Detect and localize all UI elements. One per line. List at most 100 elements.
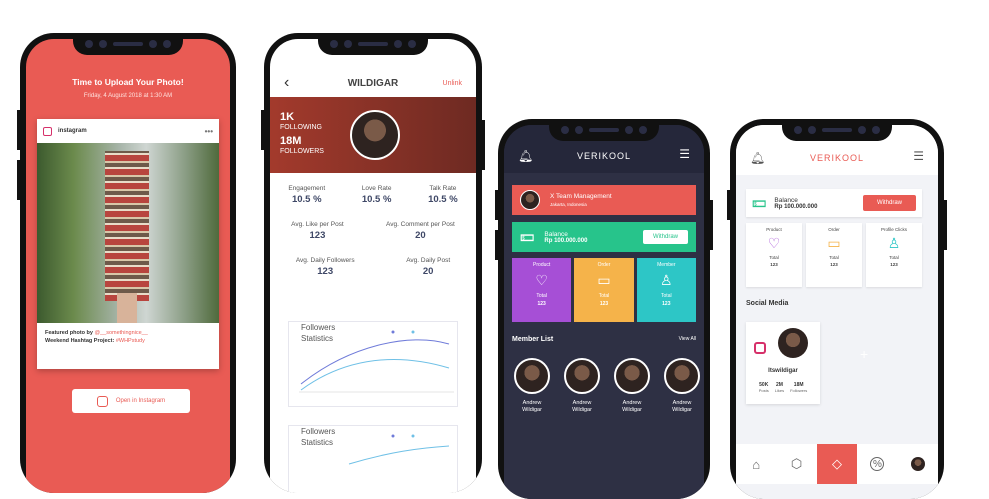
member-first-name: Andrew: [572, 400, 592, 406]
balance-value: Rp 100.000.000: [774, 203, 818, 210]
phone-screen: ‹ WILDIGAR Unlink 1K FOLLOWING 18M FOLLO…: [270, 39, 476, 493]
heart-icon: ♡: [767, 235, 781, 251]
following-count: 1K: [280, 111, 295, 123]
card-label: Order: [828, 227, 840, 232]
post-caption: Featured photo by @__somethingnice__ Wee…: [37, 323, 219, 351]
phone-notch: [318, 33, 428, 55]
card-product[interactable]: Product ♡ Total 123: [746, 223, 802, 287]
tab-products[interactable]: ⬡: [776, 444, 816, 484]
card-order[interactable]: Order ▭ Total 123: [806, 223, 862, 287]
member-item[interactable]: Andrew Wildigar: [662, 358, 702, 414]
balance-card: 💵︎ Balance Rp 100.000.000 Withdraw: [746, 189, 922, 217]
caption-user-link[interactable]: @__somethingnice__: [95, 330, 148, 336]
member-first-name: Andrew: [672, 400, 692, 406]
legend-dot: [391, 330, 395, 334]
team-avatar: [520, 190, 540, 210]
card-label: Profile Clicks: [880, 227, 907, 232]
caption-hashtag-link[interactable]: #WHPstudy: [116, 338, 145, 344]
instagram-icon: [754, 342, 766, 354]
side-button: [710, 200, 713, 250]
tab-home[interactable]: ⌂: [736, 444, 776, 484]
caption-project-label: Weekend Hashtag Project:: [45, 338, 116, 344]
tile-label: Member: [657, 262, 676, 268]
phone-notch: [73, 33, 183, 55]
member-item[interactable]: Andrew Wildigar: [562, 358, 602, 414]
followers-label: FOLLOWERS: [280, 148, 324, 155]
open-in-instagram-button[interactable]: Open in Instagram: [72, 389, 190, 413]
social-media-title: Social Media: [746, 300, 789, 307]
phone-dark-dashboard: 🔔︎ VERIKOOL ☰ X Team Management Jakarta,…: [498, 119, 710, 499]
member-item[interactable]: Andrew Wildigar: [512, 358, 552, 414]
stat-label: Talk Rate: [429, 185, 457, 192]
side-button: [482, 120, 485, 170]
tab-tags[interactable]: ◇: [816, 444, 858, 484]
profile-avatar: [350, 110, 400, 160]
balance-info: Balance Rp 100.000.000: [774, 197, 817, 210]
more-options-icon[interactable]: •••: [205, 127, 213, 136]
post-header: instagram •••: [37, 119, 219, 143]
card-total-label: Total: [769, 255, 779, 260]
tile-total-label: Total: [661, 293, 672, 299]
phone-profile-stats: ‹ WILDIGAR Unlink 1K FOLLOWING 18M FOLLO…: [264, 33, 482, 493]
user-icon: ♙: [887, 235, 901, 251]
stat-label: Avg. Comment per Post: [385, 221, 455, 228]
post-account: instagram: [58, 128, 87, 134]
balance-value: Rp 100.000.000: [544, 237, 588, 244]
card-profile-clicks[interactable]: Profile Clicks ♙ Total 123: [866, 223, 922, 287]
stat-avg-daily-post: Avg. Daily Post 20: [406, 257, 450, 277]
card-total-label: Total: [829, 255, 839, 260]
home-icon: ⌂: [752, 456, 761, 472]
add-social-icon[interactable]: +: [860, 346, 868, 362]
stat-value: 20: [422, 266, 434, 277]
member-item[interactable]: Andrew Wildigar: [612, 358, 652, 414]
side-button: [261, 110, 264, 150]
tile-product[interactable]: Product ♡ Total 123: [512, 258, 572, 322]
member-avatar: [514, 358, 550, 394]
profile-stats: 50K Posts 2M Likes 18M Followers: [746, 382, 820, 393]
tile-member[interactable]: Member ♙ Total 123: [636, 258, 696, 322]
money-icon: 💵︎: [752, 194, 767, 211]
post-photo: [37, 143, 219, 323]
legend-dot: [391, 434, 395, 438]
profile-avatar: [778, 328, 808, 358]
withdraw-button[interactable]: Withdraw: [642, 230, 688, 244]
upload-reminder-title: Time to Upload Your Photo!: [72, 77, 184, 87]
instagram-icon: [96, 395, 108, 407]
legend-dot: [411, 434, 415, 438]
stat-label: Avg. Daily Post: [406, 257, 451, 264]
team-name: X Team Management: [550, 193, 612, 200]
balance-info: Balance Rp 100.000.000: [544, 231, 587, 244]
tab-discount[interactable]: %: [857, 444, 897, 484]
chat-icon: ▭: [597, 272, 611, 288]
tag-icon: ◇: [832, 456, 843, 471]
view-all-link[interactable]: View All: [679, 336, 696, 343]
card-label: Product: [766, 227, 782, 232]
stats-row: Engagement 10.5 % Love Rate 10.5 % Talk Ra…: [270, 185, 476, 205]
menu-icon[interactable]: ☰: [679, 147, 690, 161]
stat-avg-like: Avg. Like per Post 123: [291, 221, 344, 241]
chart-title-line: Statistics: [301, 438, 334, 447]
stat-engagement: Engagement 10.5 %: [288, 185, 325, 205]
card-total: 123: [770, 262, 778, 267]
book-stack-image: [105, 151, 149, 301]
stat-avg-daily-followers: Avg. Daily Followers 123: [296, 257, 355, 277]
tile-label: Order: [597, 262, 611, 268]
instagram-post-card[interactable]: instagram ••• Featured photo by @__somet…: [37, 119, 219, 369]
withdraw-button[interactable]: Withdraw: [862, 195, 916, 211]
phone-notch: [782, 119, 892, 141]
member-first-name: Andrew: [522, 400, 542, 406]
member-first-name: Andrew: [622, 400, 642, 406]
phone-light-dashboard: 🔔︎ VERIKOOL ☰ 💵︎ Balance Rp 100.000.000 …: [730, 119, 944, 499]
percent-icon: %: [870, 457, 885, 471]
caption-featured-label: Featured photo by: [45, 330, 95, 336]
followers-statistics-chart: Followers Statistics: [288, 425, 458, 493]
side-button: [495, 230, 498, 260]
social-profile-card[interactable]: Itswildigar 50K Posts 2M Likes 18M Follower…: [746, 322, 820, 404]
tile-order[interactable]: Order ▭ Total 123: [574, 258, 634, 322]
balance-label: Balance: [774, 196, 798, 204]
tab-profile[interactable]: [898, 444, 938, 484]
card-total: 123: [830, 262, 838, 267]
menu-icon[interactable]: ☰: [913, 149, 924, 163]
team-card[interactable]: X Team Management Jakarta, Indonesia: [512, 185, 696, 215]
summary-cards: Product ♡ Total 123 Order ▭ Total 123 Pr…: [746, 223, 922, 287]
